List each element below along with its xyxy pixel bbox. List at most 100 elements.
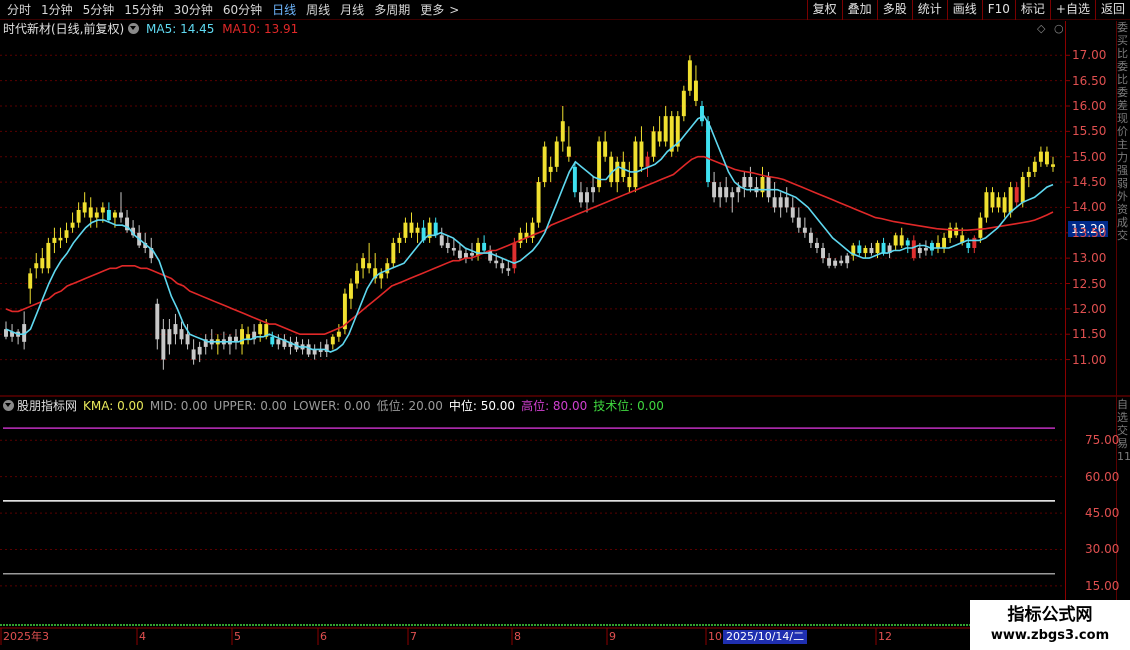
candle-body <box>796 217 801 228</box>
candle-body <box>603 141 608 157</box>
candle-body <box>893 235 898 246</box>
candle-body <box>566 146 571 157</box>
candle-body <box>687 60 692 91</box>
cursor-date-label: 2025/10/14/二 <box>723 630 808 644</box>
candle-body <box>197 346 202 355</box>
candle-body <box>227 336 232 345</box>
indicator-tick-label: 30.00 <box>1085 542 1120 557</box>
candle-body <box>712 182 717 198</box>
candle-body <box>548 166 553 172</box>
indicator-tick-label: 75.00 <box>1085 433 1120 448</box>
candle-body <box>106 209 111 221</box>
price-tick-label: 13.50 <box>1072 225 1107 240</box>
candle-body <box>651 131 656 157</box>
candle-body <box>978 217 983 238</box>
candle-body <box>645 156 650 167</box>
candle-body <box>185 334 190 345</box>
candle-body <box>94 212 99 218</box>
candle-body <box>161 329 166 360</box>
candle-body <box>119 212 123 218</box>
candle-body <box>494 260 499 264</box>
candle-body <box>693 80 698 101</box>
candle-body <box>996 197 1001 208</box>
candle-body <box>942 237 947 248</box>
candle-body <box>28 273 33 289</box>
candle-body <box>385 263 390 274</box>
candle-body <box>585 192 589 203</box>
candle-body <box>88 207 93 218</box>
candle-body <box>706 121 711 183</box>
price-tick-label: 14.50 <box>1072 175 1107 190</box>
candle-body <box>482 242 487 251</box>
candle-body <box>1020 177 1025 203</box>
candle-body <box>627 177 632 188</box>
indicator-tick-label: 45.00 <box>1085 506 1120 521</box>
candle-body <box>64 230 69 238</box>
candle-body <box>112 212 117 218</box>
price-tick-label: 17.00 <box>1072 48 1107 63</box>
candle-body <box>1026 171 1031 177</box>
candle-body <box>439 235 444 246</box>
candle-body <box>984 192 989 218</box>
chart-canvas[interactable] <box>0 0 1130 650</box>
indicator-tick-label: 15.00 <box>1085 578 1120 593</box>
candle-body <box>657 131 662 142</box>
candle-body <box>1051 164 1055 167</box>
date-tick-label: 8 <box>514 630 521 643</box>
watermark-logo: 指标公式网 www.zbgs3.com <box>970 600 1130 650</box>
candle-body <box>917 248 922 254</box>
candle-body <box>457 250 462 259</box>
price-tick-label: 11.50 <box>1072 327 1107 342</box>
candle-body <box>560 121 565 142</box>
candle-body <box>167 329 172 345</box>
candle-body <box>736 187 741 193</box>
candle-body <box>336 331 341 337</box>
candle-body <box>972 237 977 248</box>
candle-body <box>1044 151 1049 165</box>
price-tick-label: 12.00 <box>1072 301 1107 316</box>
candle-body <box>615 161 620 183</box>
candle-body <box>445 242 450 248</box>
candle-body <box>827 258 832 266</box>
candle-body <box>742 177 747 188</box>
candle-body <box>82 202 87 213</box>
candle-body <box>845 255 850 264</box>
candle-body <box>863 248 868 254</box>
watermark-url: www.zbgs3.com <box>990 628 1110 643</box>
candle-body <box>348 283 353 299</box>
candle-body <box>857 245 862 254</box>
candle-body <box>899 235 904 246</box>
candle-body <box>542 146 547 183</box>
candle-body <box>681 90 686 117</box>
candle-body <box>766 177 771 198</box>
candle-body <box>778 197 783 208</box>
date-tick-label: 5 <box>234 630 241 643</box>
price-tick-label: 16.50 <box>1072 73 1107 88</box>
candle-body <box>70 222 75 228</box>
price-tick-label: 16.00 <box>1072 99 1107 113</box>
date-tick-label: 10 <box>708 630 722 643</box>
date-tick-label: 9 <box>609 630 616 643</box>
candle-body <box>808 232 813 243</box>
candle-body <box>663 116 668 142</box>
candle-body <box>730 192 735 198</box>
candle-body <box>512 242 517 269</box>
price-tick-label: 14.00 <box>1072 200 1107 215</box>
price-tick-label: 11.00 <box>1072 352 1107 367</box>
candle-body <box>330 336 335 345</box>
candle-body <box>276 339 281 345</box>
price-tick-label: 15.50 <box>1072 124 1107 139</box>
candle-body <box>355 270 359 284</box>
candle-body <box>1008 187 1013 213</box>
candle-body <box>966 242 971 248</box>
candle-body <box>802 227 807 233</box>
candle-body <box>306 344 311 355</box>
candle-body <box>415 227 420 233</box>
candle-body <box>911 240 916 259</box>
candle-body <box>240 329 244 345</box>
candle-body <box>40 258 45 269</box>
candle-body <box>173 324 178 335</box>
candle-body <box>506 268 511 271</box>
candle-body <box>1002 197 1007 213</box>
candle-body <box>409 222 414 233</box>
